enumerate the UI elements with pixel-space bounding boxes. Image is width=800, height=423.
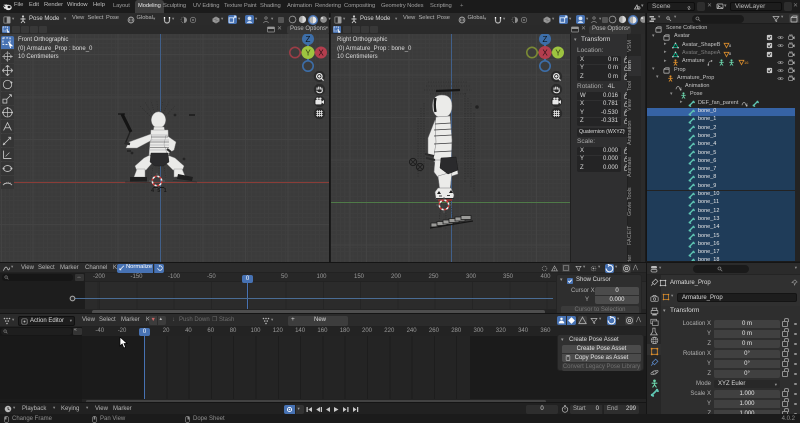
svg-text:X: X: [318, 48, 324, 57]
svg-text:Y: Y: [305, 48, 311, 57]
svg-text:Z: Z: [543, 35, 548, 44]
svg-text:X: X: [542, 48, 548, 57]
svg-text:Y: Y: [555, 48, 561, 57]
svg-text:Z: Z: [306, 35, 311, 44]
